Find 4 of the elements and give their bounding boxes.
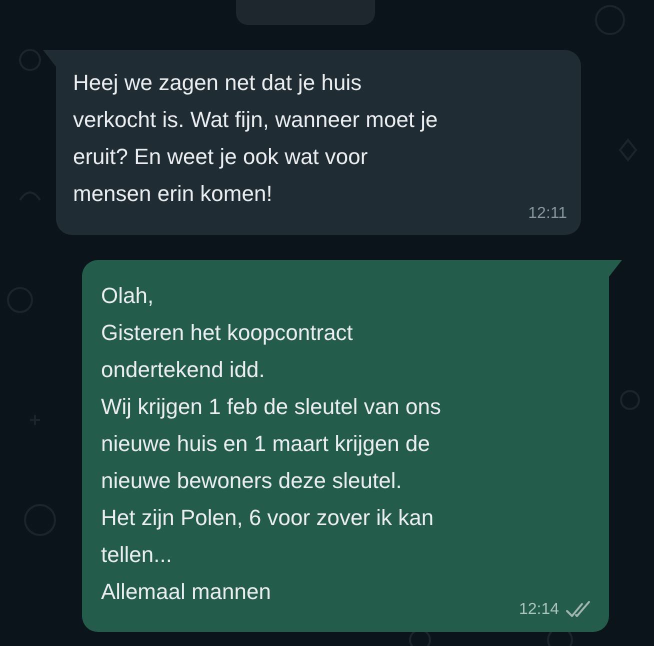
message-time: 12:11 [528, 204, 567, 224]
message-text: Olah, Gisteren het koopcontract ondertekend idd. Wij krijgen 1 feb de sleutel van ons nieuwe huis en 1 maart krijgen de nieuwe bewoners deze sleutel. Het zijn Polen, 6 voor zover ik kan tellen... Allemaal mannen [101, 282, 441, 606]
message-time: 12:14 [518, 600, 559, 620]
message-text: Heej we zagen net dat je huis verkocht is. Wat fijn, wanneer moet je eruit? En weet je ook wat voor mensen erin komen! [73, 69, 438, 208]
